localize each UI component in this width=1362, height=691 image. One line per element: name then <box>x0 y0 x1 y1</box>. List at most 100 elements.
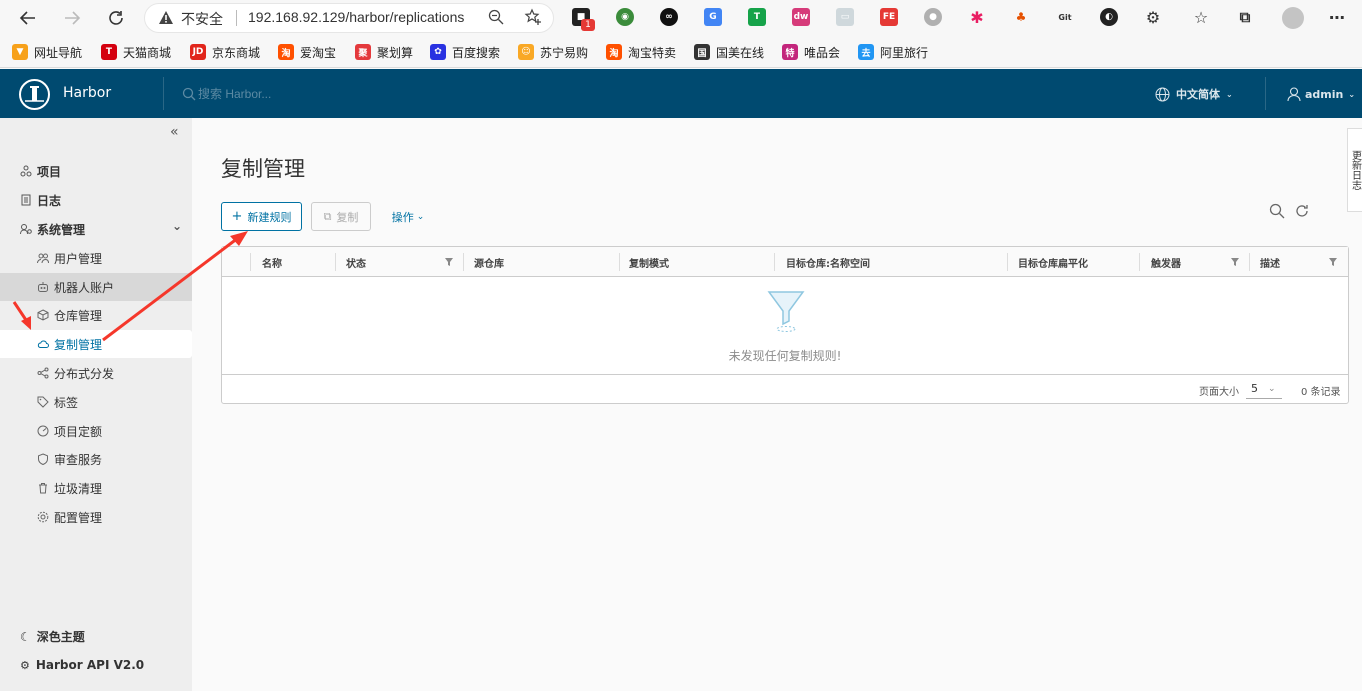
collections-icon[interactable]: ⧉ <box>1236 8 1254 26</box>
header-divider <box>163 77 164 110</box>
bookmark-label: 京东商城 <box>212 45 261 60</box>
sidebar-item-label: 仓库管理 <box>54 308 103 323</box>
search-icon <box>182 87 196 101</box>
robot-icon <box>37 281 49 293</box>
copy-button[interactable]: ⧉ 复制 <box>311 202 371 231</box>
translate-extension-icon[interactable]: G <box>704 8 722 26</box>
filter-icon[interactable] <box>1329 258 1337 266</box>
sidebar-item[interactable]: 用户管理 <box>0 244 192 272</box>
bookmark-item[interactable]: ✿ 百度搜索 <box>430 42 500 62</box>
column-header-trigger[interactable]: 触发器 <box>1151 247 1181 277</box>
reload-icon[interactable] <box>104 6 128 30</box>
sidebar-item-label: 垃圾清理 <box>54 481 103 496</box>
column-separator <box>1249 253 1250 271</box>
table-header: 名称 状态 源仓库 复制模式 目标仓库:名称空间 目标仓库扁平化 触发器 描述 <box>222 247 1348 277</box>
filter-icon[interactable] <box>1231 258 1239 266</box>
user-menu[interactable]: admin ⌄ <box>1287 85 1355 103</box>
dark-extension-icon[interactable]: ◐ <box>1100 8 1118 26</box>
sidebar-item-label: 项目 <box>37 164 62 179</box>
bookmark-item[interactable]: JD 京东商城 <box>190 42 260 62</box>
changelog-tab[interactable]: 更新日志 <box>1347 128 1362 212</box>
favorites-icon[interactable]: ☆ <box>1192 8 1210 27</box>
sidebar-item[interactable]: 分布式分发 <box>0 359 192 387</box>
copy-label: 复制 <box>336 210 359 224</box>
empty-state: 未发现任何复制规则! <box>222 277 1348 374</box>
app-header: Harbor 中文简体 ⌄ admin ⌄ <box>0 69 1362 118</box>
dark-theme-label: 深色主题 <box>36 630 85 644</box>
language-switch[interactable]: 中文简体 ⌄ <box>1155 85 1233 103</box>
warning-icon[interactable] <box>158 10 174 28</box>
column-header-flattening[interactable]: 目标仓库扁平化 <box>1018 247 1088 277</box>
gitzip-extension-icon[interactable]: Git <box>1056 8 1074 26</box>
extensions-icon[interactable]: ⚙ <box>1144 8 1162 27</box>
sidebar-item[interactable]: 仓库管理 <box>0 301 192 329</box>
star-color-extension-icon[interactable]: ✱ <box>968 8 986 27</box>
dark-theme-toggle[interactable]: ☾ 深色主题 <box>20 628 85 645</box>
sidebar-item-label: 系统管理 <box>37 222 86 237</box>
forward-icon[interactable] <box>60 6 84 30</box>
column-header-mode[interactable]: 复制模式 <box>629 247 669 277</box>
grid-search-icon[interactable] <box>1269 203 1285 222</box>
bookmark-icon: 聚 <box>355 44 371 60</box>
sidebar-item[interactable]: 标签 <box>0 388 192 416</box>
refresh-icon[interactable] <box>1294 203 1310 222</box>
add-favorite-icon[interactable] <box>524 8 542 29</box>
bookmark-item[interactable]: 去阿里旅行 <box>858 42 928 62</box>
actions-label: 操作 <box>391 210 414 224</box>
page-size-select[interactable]: 5 ⌄ <box>1246 379 1282 399</box>
screen-extension-icon[interactable]: ▭ <box>836 8 854 26</box>
funnel-icon <box>767 291 805 332</box>
globe-extension-icon[interactable]: ◉ <box>616 8 634 26</box>
sidebar-item[interactable]: 机器人账户 <box>0 273 192 301</box>
bookmark-icon: ✿ <box>430 44 446 60</box>
url-text[interactable]: 192.168.92.129/harbor/replications <box>248 9 464 25</box>
sidebar-item[interactable]: 审查服务 <box>0 445 192 473</box>
sidebar-item[interactable]: 日志 <box>0 186 192 214</box>
bookmark-item[interactable]: T 天猫商城 <box>101 42 171 62</box>
collapse-sidebar-icon[interactable]: « <box>170 124 186 140</box>
filter-icon[interactable] <box>445 258 453 266</box>
column-header-description[interactable]: 描述 <box>1260 247 1280 277</box>
sidebar-item[interactable]: 系统管理 ⌄ <box>0 215 192 243</box>
profile-avatar[interactable] <box>1282 7 1304 29</box>
puzzle-gray-extension-icon[interactable]: ● <box>924 8 942 26</box>
page-size-label: 页面大小 <box>1199 387 1239 398</box>
tree-extension-icon[interactable]: ♣ <box>1012 8 1030 26</box>
new-rule-label: 新建规则 <box>247 210 292 224</box>
sidebar-item-label: 复制管理 <box>54 337 103 352</box>
chevron-down-icon[interactable]: ⌄ <box>172 219 182 233</box>
shield-extension-icon[interactable]: T <box>748 8 766 26</box>
infinity-extension-icon[interactable]: ∞ <box>660 8 678 26</box>
moon-icon: ☾ <box>20 629 31 644</box>
bookmark-item[interactable]: 淘爱淘宝 <box>278 42 336 62</box>
harbor-api-link[interactable]: ⚙ Harbor API V2.0 <box>20 658 144 672</box>
more-icon[interactable]: ⋯ <box>1328 8 1346 27</box>
back-icon[interactable] <box>16 6 40 30</box>
zoom-icon[interactable] <box>488 9 504 28</box>
actions-dropdown[interactable]: 操作 ⌄ <box>382 202 434 231</box>
column-header-source[interactable]: 源仓库 <box>474 247 504 277</box>
new-rule-button[interactable]: + 新建规则 <box>221 202 302 231</box>
sidebar-item[interactable]: 项目定额 <box>0 417 192 445</box>
column-header-status[interactable]: 状态 <box>346 247 366 277</box>
brand-name[interactable]: Harbor <box>63 85 111 101</box>
language-label: 中文简体 <box>1176 88 1220 101</box>
column-header-destination[interactable]: 目标仓库:名称空间 <box>786 247 870 277</box>
bookmark-item[interactable]: 淘淘宝特卖 <box>606 42 676 62</box>
sidebar-item[interactable]: 复制管理 <box>0 330 192 358</box>
bookmark-icon: T <box>101 44 117 60</box>
search-input[interactable] <box>198 85 358 103</box>
bookmark-item[interactable]: 特唯品会 <box>782 42 840 62</box>
fe-extension-icon[interactable]: FE <box>880 8 898 26</box>
dw-extension-icon[interactable]: dw <box>792 8 810 26</box>
bookmark-item[interactable]: 聚聚划算 <box>355 42 413 62</box>
sidebar-item[interactable]: 配置管理 <box>0 503 192 531</box>
harbor-logo[interactable] <box>19 79 50 110</box>
user-icon <box>1287 86 1301 101</box>
column-header-name[interactable]: 名称 <box>262 247 282 277</box>
bookmark-item[interactable]: ▼ 网址导航 <box>12 42 82 62</box>
sidebar-item[interactable]: 项目 <box>0 157 192 185</box>
bookmark-item[interactable]: ☺ 苏宁易购 <box>518 42 588 62</box>
sidebar-item[interactable]: 垃圾清理 <box>0 474 192 502</box>
bookmark-item[interactable]: 国国美在线 <box>694 42 764 62</box>
